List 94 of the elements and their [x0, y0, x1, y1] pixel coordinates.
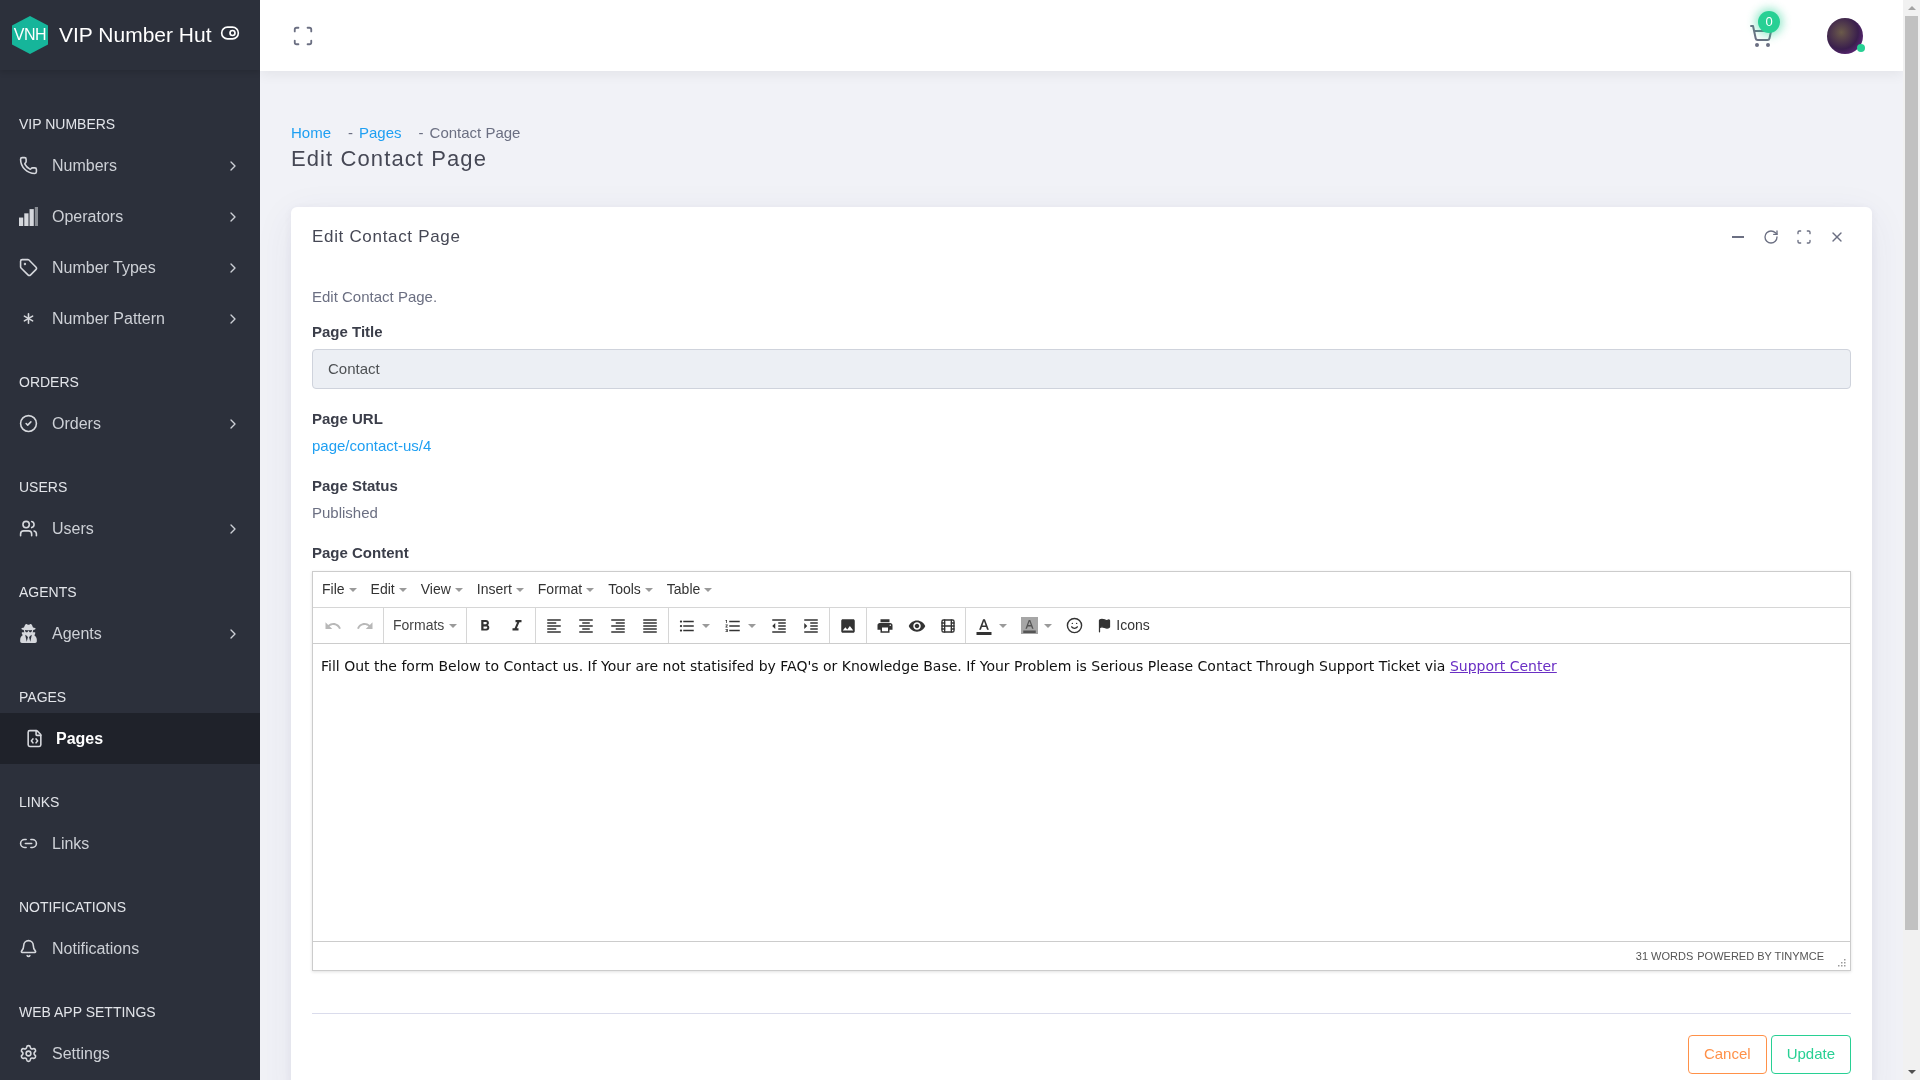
field-label: Page URL	[312, 409, 383, 429]
bell-icon	[19, 939, 38, 958]
field-label: Page Content	[312, 543, 409, 563]
card-description: Edit Contact Page.	[312, 287, 438, 307]
sidebar-item[interactable]: Operators	[0, 191, 260, 242]
page-title: Edit Contact Page	[291, 145, 488, 173]
scrollbar[interactable]	[1903, 0, 1920, 1080]
menu-item[interactable]: View	[420, 579, 463, 600]
content-paragraph: Fill Out the form Below to Contact us. If Your are not statisifed by FAQ's or Knowledge Base. If Your Problem is Serious Please Contact Through Support Ticket via Support Center	[321, 657, 1558, 676]
scrollbar-thumb[interactable]	[1905, 16, 1918, 930]
align-right-icon	[609, 616, 628, 635]
editor-content-area[interactable]: Fill Out the form Below to Contact us. If Your are not statisifed by FAQ's or Knowledge Base. If Your Problem is Serious Please Contact Through Support Ticket via Support Center	[313, 643, 1850, 941]
flag-icon	[1097, 618, 1113, 633]
sidebar-item[interactable]: Notifications	[0, 923, 260, 974]
breadcrumb-separator: -	[348, 123, 353, 143]
section-heading: NOTIFICATIONS	[19, 899, 128, 916]
caret-icon	[1044, 623, 1053, 628]
indent-icon	[802, 616, 821, 635]
highlight-color-icon	[1021, 617, 1039, 634]
section-heading: LINKS	[19, 794, 61, 811]
toggle-icon[interactable]	[219, 23, 240, 43]
settings-icon	[19, 1044, 38, 1063]
cart-count: 0	[1758, 10, 1780, 33]
bar-chart-icon	[19, 207, 38, 226]
field-label: Page Status	[312, 476, 398, 496]
caret-icon	[644, 587, 653, 592]
phone-icon	[19, 156, 38, 175]
caret-icon	[454, 587, 463, 592]
tag-icon	[19, 258, 38, 277]
align-center-icon	[577, 616, 596, 635]
fullscreen-icon	[292, 24, 314, 47]
section-heading: USERS	[19, 479, 69, 496]
sidebar-item[interactable]: Pages	[0, 713, 260, 764]
sidebar-item[interactable]: Settings	[0, 1028, 260, 1079]
sidebar-item[interactable]: Agents	[0, 608, 260, 659]
field-label: Page Title	[312, 322, 383, 342]
page-title-input[interactable]: Contact	[312, 349, 1851, 389]
breadcrumb-separator: -	[418, 123, 424, 143]
align-left-icon	[545, 616, 564, 635]
outdent-icon	[770, 616, 789, 635]
check-circle-icon	[19, 414, 38, 433]
sidebar-item[interactable]: Number Types	[0, 242, 260, 293]
brand-name: VIP Number Hut	[59, 22, 212, 49]
section-heading: WEB APP SETTINGS	[19, 1004, 157, 1021]
avatar[interactable]	[1827, 17, 1863, 54]
menu-item[interactable]: Format	[537, 579, 595, 600]
menu-item[interactable]: File	[322, 579, 357, 600]
section-heading: PAGES	[19, 689, 68, 706]
caret-icon	[348, 587, 357, 592]
page-status-value: Published	[312, 503, 378, 523]
users-icon	[19, 519, 38, 538]
resize-handle-icon[interactable]	[1836, 957, 1846, 967]
support-center-link[interactable]: Support Center	[1449, 658, 1557, 674]
section-heading: VIP NUMBERS	[19, 116, 117, 133]
menu-item[interactable]: Insert	[476, 579, 524, 600]
scroll-down-arrow-icon[interactable]	[1907, 1070, 1916, 1074]
caret-icon	[748, 623, 757, 628]
code-file-icon	[25, 729, 44, 748]
section-heading: ORDERS	[19, 374, 80, 391]
caret-icon	[702, 623, 711, 628]
image-icon	[839, 616, 858, 635]
menu-item[interactable]: Table	[666, 579, 713, 600]
editor-branding: POWERED BY TINYMCE	[1697, 948, 1824, 964]
expand-icon	[1796, 229, 1812, 245]
card-title: Edit Contact Page	[312, 226, 461, 249]
text-color-icon	[975, 616, 994, 635]
sidebar-item[interactable]: Links	[0, 818, 260, 869]
expand-button[interactable]	[1796, 229, 1812, 245]
minus-icon	[1732, 236, 1744, 238]
caret-icon	[515, 587, 524, 592]
caret-icon	[999, 623, 1008, 628]
section-heading: AGENTS	[19, 584, 78, 601]
caret-icon	[704, 587, 713, 592]
refresh-icon	[1763, 229, 1779, 245]
sidebar-item[interactable]: Orders	[0, 398, 260, 449]
breadcrumb-current: Contact Page	[429, 123, 521, 143]
sidebar-item[interactable]: Users	[0, 503, 260, 554]
sidebar-item[interactable]: Number Pattern	[0, 293, 260, 344]
formats-dropdown[interactable]: Formats	[386, 611, 465, 640]
caret-icon	[586, 587, 595, 592]
justify-icon	[641, 616, 660, 635]
menu-item[interactable]: Edit	[370, 579, 407, 600]
sidebar-item[interactable]: Numbers	[0, 140, 260, 191]
caret-icon	[398, 587, 407, 592]
word-count: 31 WORDS	[1635, 948, 1694, 964]
icons-button[interactable]: Icons	[1090, 611, 1157, 640]
reload-button[interactable]	[1763, 229, 1779, 245]
menu-item[interactable]: Tools	[608, 579, 653, 600]
printer-icon	[876, 616, 895, 635]
fullscreen-button[interactable]	[292, 24, 314, 47]
spy-icon	[19, 624, 38, 643]
smiley-icon	[1066, 617, 1084, 634]
caret-icon	[449, 623, 458, 628]
film-icon	[940, 617, 957, 634]
